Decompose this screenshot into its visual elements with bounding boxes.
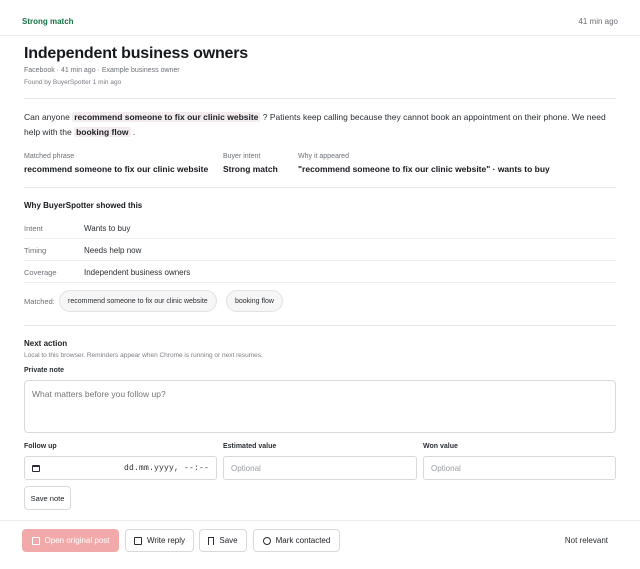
write-reply-label: Write reply: [146, 536, 186, 545]
found-by: Found by BuyerSpotter 1 min ago: [24, 79, 122, 86]
top-bar: Strong match 41 min ago: [0, 0, 640, 36]
post-highlight: booking flow: [74, 126, 131, 137]
save-button[interactable]: Save: [199, 529, 247, 552]
row-divider: [24, 238, 616, 239]
next-action-title: Next action: [24, 339, 68, 348]
divider: [24, 98, 616, 99]
estimated-value-label: Estimated value: [223, 443, 277, 450]
mark-contacted-button[interactable]: Mark contacted: [253, 529, 340, 552]
matched-chip: booking flow: [226, 290, 283, 312]
next-action-subtitle: Local to this browser. Reminders appear …: [24, 352, 263, 359]
save-label: Save: [219, 536, 238, 545]
intent-value: Wants to buy: [84, 224, 131, 233]
post-text: Can anyone recommend someone to fix our …: [24, 110, 616, 139]
private-note-input[interactable]: [24, 380, 616, 433]
timing-label: Timing: [24, 246, 47, 255]
mark-contacted-label: Mark contacted: [275, 536, 331, 545]
timing-value: Needs help now: [84, 246, 142, 255]
buyer-intent-value: Strong match: [223, 164, 278, 174]
follow-up-label: Follow up: [24, 443, 57, 450]
row-divider: [24, 282, 616, 283]
matched-chip: recommend someone to fix our clinic webs…: [59, 290, 217, 312]
write-reply-button[interactable]: Write reply: [125, 529, 194, 552]
why-appeared-label: Why it appeared: [298, 153, 349, 160]
match-badge: Strong match: [22, 17, 74, 26]
post-text-part: Can anyone: [24, 112, 73, 122]
edit-icon: [133, 536, 142, 545]
not-relevant-button[interactable]: Not relevant: [565, 536, 608, 545]
calendar-icon[interactable]: [32, 464, 40, 472]
lead-title: Independent business owners: [24, 45, 248, 62]
private-note-label: Private note: [24, 367, 65, 374]
lead-meta: Facebook · 41 min ago · Example business…: [24, 67, 180, 74]
row-divider: [24, 260, 616, 261]
bookmark-icon: [208, 536, 215, 545]
coverage-value: Independent business owners: [84, 268, 191, 277]
divider: [24, 187, 616, 188]
matched-label: Matched:: [24, 297, 55, 306]
external-link-icon: [31, 536, 40, 545]
estimated-value-placeholder: Optional: [231, 463, 261, 473]
time-ago: 41 min ago: [578, 17, 618, 26]
won-value-placeholder: Optional: [431, 463, 461, 473]
follow-up-date-value: dd.mm.yyyy, --:--: [123, 463, 209, 473]
post-highlight: recommend someone to fix our clinic webs…: [72, 112, 261, 122]
follow-up-date-input[interactable]: dd.mm.yyyy, --:--: [24, 456, 217, 480]
buyer-intent-label: Buyer intent: [223, 153, 261, 160]
why-appeared-value: "recommend someone to fix our clinic web…: [298, 164, 550, 174]
matched-phrase-label: Matched phrase: [24, 153, 75, 160]
won-value-input[interactable]: Optional: [423, 456, 616, 480]
save-note-button[interactable]: Save note: [24, 486, 71, 510]
why-section-title: Why BuyerSpotter showed this: [24, 201, 143, 210]
coverage-label: Coverage: [24, 268, 57, 277]
divider: [24, 325, 616, 326]
estimated-value-input[interactable]: Optional: [223, 456, 417, 480]
check-circle-icon: [262, 536, 271, 545]
matched-phrase-value: recommend someone to fix our clinic webs…: [24, 164, 209, 174]
intent-label: Intent: [24, 224, 43, 233]
post-text-part: .: [130, 126, 136, 137]
open-original-post-label: Open original post: [44, 536, 110, 545]
open-original-post-button[interactable]: Open original post: [22, 529, 119, 552]
won-value-label: Won value: [423, 443, 458, 450]
